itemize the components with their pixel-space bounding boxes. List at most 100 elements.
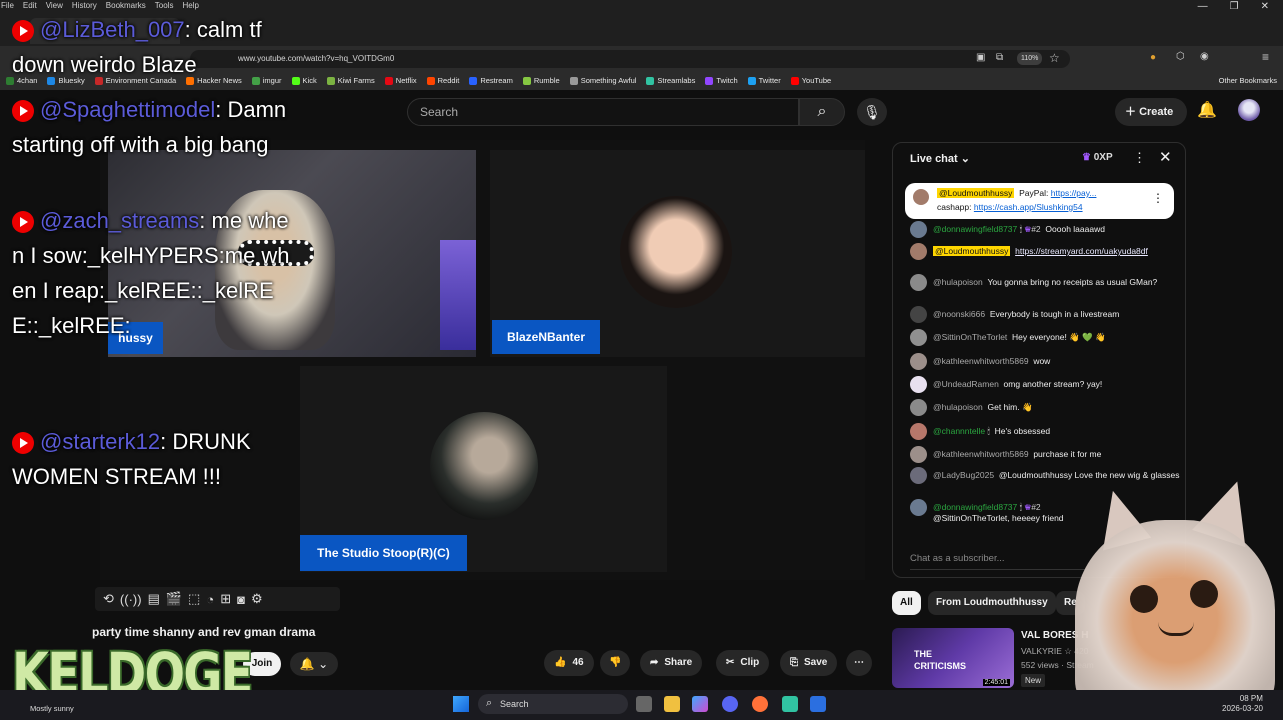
chat-user[interactable]: @donnawingfield8737 bbox=[933, 502, 1017, 512]
pinned-message[interactable]: @Loudmouthhussy PayPal: https://pay... c… bbox=[905, 183, 1174, 219]
youtube-icon bbox=[12, 432, 34, 455]
scissors-icon: ✂ bbox=[726, 657, 735, 668]
app-icon[interactable] bbox=[810, 696, 826, 712]
broadcast-icon[interactable]: ((·)) bbox=[120, 592, 142, 607]
clapper-icon[interactable]: 🎬 bbox=[166, 591, 182, 607]
chat-user[interactable]: @hulapoison bbox=[933, 402, 983, 412]
discord-icon[interactable] bbox=[722, 696, 738, 712]
streamlabs-icon[interactable] bbox=[782, 696, 798, 712]
chat-user[interactable]: @channntelle bbox=[933, 426, 985, 436]
bookmark-kiwi-farms[interactable]: Kiwi Farms bbox=[326, 72, 375, 90]
chat-user[interactable]: @SittinOnTheTorlet bbox=[933, 332, 1007, 342]
save-button[interactable]: ⎘ Save bbox=[780, 650, 838, 676]
avatar[interactable] bbox=[1238, 99, 1260, 121]
reader-view-icon[interactable]: ▣ bbox=[976, 52, 985, 63]
chat-text: wow bbox=[1033, 356, 1051, 366]
chat-user[interactable]: @LadyBug2025 bbox=[933, 470, 994, 480]
gear-icon[interactable]: ⚙ bbox=[251, 591, 263, 607]
windows-start-icon[interactable] bbox=[453, 696, 469, 712]
chat-user[interactable]: @kathleenwhitworth5869 bbox=[933, 356, 1029, 366]
pinned-paypal-link[interactable]: https://pay... bbox=[1051, 188, 1097, 198]
search-icon[interactable]: ⌕ bbox=[799, 98, 845, 126]
chat-user[interactable]: @UndeadRamen bbox=[933, 379, 999, 389]
bookmark-twitch[interactable]: Twitch bbox=[705, 72, 738, 90]
system-clock[interactable]: 08 PM 2026-03-20 bbox=[1222, 694, 1263, 714]
chip-from-channel[interactable]: From Loudmouthhussy bbox=[928, 591, 1056, 615]
subscription-bell-button[interactable]: 🔔 ⌄ bbox=[290, 652, 338, 676]
chat-link[interactable]: https://streamyard.com/uakyuda8df bbox=[1015, 246, 1148, 256]
avatar bbox=[910, 399, 927, 416]
camera-icon[interactable]: ◙ bbox=[237, 592, 245, 607]
bookmark-something-awful[interactable]: Something Awful bbox=[569, 72, 636, 90]
bookmark-rumble[interactable]: Rumble bbox=[522, 72, 560, 90]
rank-badge: #2 bbox=[1031, 502, 1041, 512]
share-button[interactable]: ➦ Share bbox=[640, 650, 703, 676]
microphone-icon[interactable]: 🎙 bbox=[857, 98, 887, 126]
bookmark-netflix[interactable]: Netflix bbox=[384, 72, 417, 90]
chat-user[interactable]: @kathleenwhitworth5869 bbox=[933, 449, 1029, 459]
more-actions-button[interactable]: ⋯ bbox=[846, 650, 872, 676]
chip-all[interactable]: All bbox=[892, 591, 921, 615]
overlay-chat-message: @starterk12: DRUNK WOMEN STREAM !!! bbox=[12, 429, 251, 489]
extensions-puzzle-icon[interactable]: ⬡ bbox=[1176, 51, 1185, 62]
clip-button[interactable]: ✂ Clip bbox=[716, 650, 770, 676]
more-vertical-icon[interactable]: ⋮ bbox=[1133, 150, 1146, 166]
bookmark-streamlabs[interactable]: Streamlabs bbox=[646, 72, 695, 90]
picture-icon[interactable]: ⧉ bbox=[996, 52, 1003, 63]
stoop-name-label: The Studio Stoop(R)(C) bbox=[300, 535, 467, 571]
more-vertical-icon[interactable]: ⋮ bbox=[1152, 191, 1164, 205]
menu-edit[interactable]: Edit bbox=[23, 0, 37, 11]
loop-icon[interactable]: ⟲ bbox=[103, 591, 114, 607]
copilot-icon[interactable] bbox=[692, 696, 708, 712]
chat-user[interactable]: @noonski666 bbox=[933, 309, 985, 319]
search-input[interactable]: Search bbox=[407, 98, 799, 126]
account-icon[interactable]: ◉ bbox=[1200, 51, 1209, 62]
url-field[interactable]: www.youtube.com/watch?v=hq_VOITDGm0 bbox=[190, 50, 1070, 68]
task-view-icon[interactable] bbox=[636, 696, 652, 712]
add-box-icon[interactable]: ⊞ bbox=[220, 591, 231, 607]
menu-bookmarks[interactable]: Bookmarks bbox=[106, 0, 146, 11]
zoom-level[interactable]: 110% bbox=[1017, 52, 1043, 65]
taskbar-search[interactable]: Search bbox=[478, 694, 628, 714]
menu-history[interactable]: History bbox=[72, 0, 97, 11]
crop-icon[interactable]: ⬚ bbox=[188, 591, 200, 607]
close-icon[interactable]: ✕ bbox=[1159, 148, 1172, 166]
create-button[interactable]: ＋ Create bbox=[1115, 98, 1187, 126]
menu-file[interactable]: File bbox=[1, 0, 14, 11]
menu-view[interactable]: View bbox=[46, 0, 63, 11]
pinned-cashapp-link[interactable]: https://cash.app/Slushking54 bbox=[974, 202, 1083, 212]
menu-tools[interactable]: Tools bbox=[155, 0, 174, 11]
chat-input[interactable]: Chat as a subscriber... bbox=[910, 548, 1090, 570]
chat-user[interactable]: @hulapoison bbox=[933, 277, 983, 287]
stats-icon[interactable]: ▤ bbox=[148, 591, 160, 607]
like-button[interactable]: 👍 46 bbox=[544, 650, 594, 676]
crown-icon: ♛ bbox=[1082, 152, 1091, 163]
video-title: party time shanny and rev gman drama bbox=[92, 625, 316, 639]
chat-user[interactable]: @donnawingfield8737 bbox=[933, 224, 1017, 234]
bookmark-label: Kiwi Farms bbox=[337, 76, 375, 85]
dislike-button[interactable]: 👎 bbox=[600, 650, 631, 676]
xp-badge[interactable]: ♛ 0XP bbox=[1082, 152, 1113, 163]
file-explorer-icon[interactable] bbox=[664, 696, 680, 712]
bookmark-twitter[interactable]: Twitter bbox=[747, 72, 781, 90]
hamburger-menu-icon[interactable]: ≡ bbox=[1262, 50, 1269, 64]
chat-user[interactable]: @Loudmouthhussy bbox=[933, 246, 1011, 256]
live-chat-title[interactable]: Live chat ⌄ bbox=[910, 152, 970, 165]
bookmark-icon bbox=[747, 77, 756, 85]
bookmark-label: Rumble bbox=[533, 76, 560, 85]
other-bookmarks[interactable]: Other Bookmarks bbox=[1219, 72, 1277, 90]
bookmark-restream[interactable]: Restream bbox=[469, 72, 513, 90]
speed-icon[interactable]: ◔ bbox=[206, 592, 214, 607]
avatar bbox=[910, 274, 927, 291]
weather-widget[interactable]: Mostly sunny bbox=[30, 704, 74, 713]
firefox-icon[interactable] bbox=[752, 696, 768, 712]
bookmark-youtube[interactable]: YouTube bbox=[790, 72, 831, 90]
notifications-bell-icon[interactable]: 🔔 bbox=[1197, 100, 1217, 120]
overlay-user: @LizBeth_007 bbox=[40, 17, 185, 42]
chat-text: omg another stream? yay! bbox=[1003, 379, 1103, 389]
extension-icon[interactable]: ● bbox=[1150, 52, 1156, 63]
suggested-video-thumbnail[interactable]: THE CRITICISMS 2:45:01 bbox=[892, 628, 1014, 688]
bookmark-reddit[interactable]: Reddit bbox=[426, 72, 459, 90]
menu-help[interactable]: Help bbox=[182, 0, 198, 11]
bookmark-star-icon[interactable]: ☆ bbox=[1049, 51, 1060, 65]
